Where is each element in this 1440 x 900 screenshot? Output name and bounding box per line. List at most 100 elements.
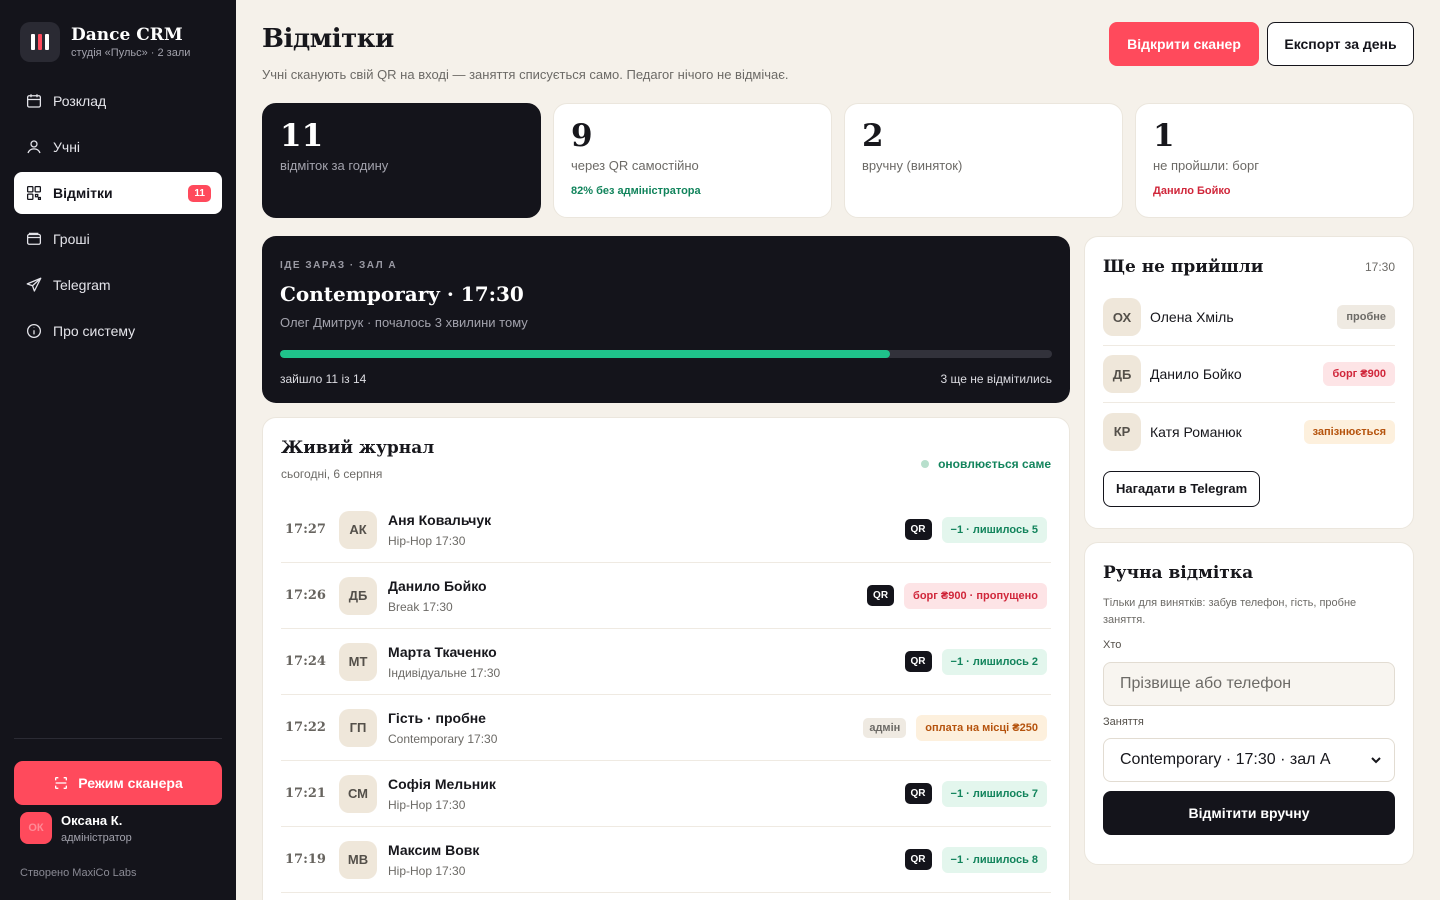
- user-name: Оксана К.: [61, 812, 123, 828]
- journal-row[interactable]: 17:27 АК Аня Ковальчук Hip-Hop 17:30 QR −1 · …: [281, 497, 1051, 563]
- journal-date: сьогодні, 6 серпня: [281, 467, 383, 481]
- remaining-count: 3 ще не відмітились: [940, 372, 1052, 386]
- student-name: Софія Мельник: [388, 775, 496, 792]
- current-class-subtitle: Олег Дмитрук · почалось 3 хвилини тому: [280, 315, 528, 330]
- journal-row[interactable]: 17:24 МТ Марта Ткаченко Індивідуальне 17:30…: [281, 629, 1051, 695]
- user-role: адміністратор: [61, 831, 132, 844]
- page-subtitle: Учні сканують свій QR на вході — заняття…: [262, 67, 789, 82]
- journal-row[interactable]: 17:26 ДБ Данило Бойко Break 17:30 QR борг ₴90…: [281, 563, 1051, 629]
- avatar: ДБ: [339, 576, 377, 615]
- class-name: Hip-Hop 17:30: [388, 797, 466, 812]
- sidebar-item-label: Telegram: [53, 277, 111, 293]
- sidebar-item-money[interactable]: Гроші: [14, 218, 222, 260]
- avatar: МТ: [339, 642, 377, 681]
- status-badge: −1 · лишилось 7: [941, 780, 1047, 807]
- sidebar-nav: Розклад Учні Відмітки 11 Гроші Telegram …: [14, 80, 222, 356]
- status-badge: −1 · лишилось 2: [941, 648, 1047, 675]
- class-name: Hip-Hop 17:30: [388, 533, 466, 548]
- calendar-icon: [26, 94, 42, 108]
- journal-row[interactable]: 17:22 ГП Гість · пробне Contemporary 17:30 а…: [281, 695, 1051, 761]
- qr-source-tag: QR: [904, 783, 932, 804]
- chevron-down-icon: [1371, 757, 1381, 764]
- stat-value: 2: [862, 118, 884, 154]
- stat-label: через QR самостійно: [571, 158, 699, 173]
- live-indicator: оновлюється саме: [921, 446, 1051, 481]
- wallet-icon: [26, 232, 42, 245]
- qr-icon: [26, 185, 42, 201]
- student-name: Данило Бойко: [388, 577, 487, 594]
- not-arrived-row[interactable]: КР Катя Романюк запізнюється: [1103, 403, 1395, 460]
- checkin-time: 17:26: [285, 588, 326, 603]
- not-arrived-row[interactable]: ОХ Олена Хміль пробне: [1103, 289, 1395, 346]
- brand-subtitle: студія «Пульс» · 2 зали: [71, 47, 191, 59]
- student-name: Максим Вовк: [388, 841, 480, 858]
- sidebar-item-checkins[interactable]: Відмітки 11: [14, 172, 222, 214]
- sidebar-item-about[interactable]: Про систему: [14, 310, 222, 352]
- sidebar: Dance CRM студія «Пульс» · 2 зали Розкла…: [0, 0, 236, 900]
- status-badge: −1 · лишилось 5: [941, 516, 1047, 543]
- brand[interactable]: Dance CRM студія «Пульс» · 2 зали: [20, 22, 190, 62]
- brand-title: Dance CRM: [71, 25, 183, 45]
- avatar: АК: [339, 510, 377, 549]
- journal-row[interactable]: 17:19 МВ Максим Вовк Hip-Hop 17:30 QR −1 · ли…: [281, 827, 1051, 893]
- avatar: КР: [1103, 412, 1141, 451]
- stat-value: 1: [1153, 118, 1175, 154]
- stat-label: відміток за годину: [280, 158, 389, 173]
- current-class-kicker: ІДЕ ЗАРАЗ · ЗАЛ А: [280, 260, 398, 271]
- stat-value: 9: [571, 118, 593, 154]
- status-badge: запізнюється: [1303, 419, 1395, 444]
- stat-card-qr: 9 через QR самостійно 82% без адміністра…: [553, 103, 832, 218]
- logo-icon: [20, 22, 60, 62]
- sidebar-item-label: Про систему: [53, 323, 136, 339]
- current-user[interactable]: ОК Оксана К. адміністратор: [20, 812, 132, 844]
- checkin-time: 17:22: [285, 720, 326, 735]
- sidebar-item-students[interactable]: Учні: [14, 126, 222, 168]
- page-title: Відмітки: [262, 24, 394, 54]
- stat-label: вручну (виняток): [862, 158, 963, 173]
- status-badge: оплата на місці ₴250: [916, 714, 1047, 741]
- who-label: Хто: [1103, 639, 1122, 651]
- attendance-progress-fill: [280, 350, 890, 358]
- class-select-value: Contemporary · 17:30 · зал А: [1120, 751, 1331, 768]
- class-name: Break 17:30: [388, 599, 453, 614]
- manual-checkin-button[interactable]: Відмітити вручну: [1103, 791, 1395, 835]
- send-icon: [26, 277, 42, 292]
- manual-checkin-card: Ручна відмітка Тільки для винятків: забу…: [1084, 542, 1414, 865]
- student-name: Данило Бойко: [1150, 366, 1242, 382]
- qr-source-tag: QR: [904, 519, 932, 540]
- not-arrived-card: Ще не прийшли 17:30 ОХ Олена Хміль пробне Д…: [1084, 236, 1414, 529]
- student-name: Марта Ткаченко: [388, 643, 497, 660]
- avatar: ОК: [20, 812, 52, 844]
- credit-text: Створено MaxiCo Labs: [20, 867, 137, 879]
- stat-card-debt: 1 не пройшли: борг Данило Бойко: [1135, 103, 1414, 218]
- not-arrived-list: ОХ Олена Хміль пробне ДБ Данило Бойко борг ₴9…: [1103, 289, 1395, 460]
- who-input[interactable]: Прізвище або телефон: [1103, 662, 1395, 706]
- not-arrived-row[interactable]: ДБ Данило Бойко борг ₴900: [1103, 346, 1395, 403]
- scanner-mode-label: Режим сканера: [78, 775, 183, 791]
- export-day-button[interactable]: Експорт за день: [1267, 22, 1414, 66]
- current-class-title: Contemporary · 17:30: [280, 282, 524, 306]
- stat-note[interactable]: Данило Бойко: [1153, 185, 1396, 197]
- class-name: Hip-Hop 17:30: [388, 863, 466, 878]
- scanner-mode-button[interactable]: Режим сканера: [14, 761, 222, 805]
- sidebar-item-label: Гроші: [53, 231, 90, 247]
- scan-icon: [55, 777, 68, 789]
- class-select[interactable]: Contemporary · 17:30 · зал А: [1103, 738, 1395, 782]
- sidebar-item-schedule[interactable]: Розклад: [14, 80, 222, 122]
- student-name: Олена Хміль: [1150, 309, 1234, 325]
- qr-source-tag: QR: [867, 585, 895, 606]
- not-arrived-time: 17:30: [1364, 260, 1395, 274]
- remind-telegram-button[interactable]: Нагадати в Telegram: [1103, 471, 1261, 507]
- qr-source-tag: QR: [904, 849, 932, 870]
- current-class-panel: ІДЕ ЗАРАЗ · ЗАЛ А Contemporary · 17:30 О…: [262, 236, 1070, 403]
- checkin-time: 17:21: [285, 786, 326, 801]
- avatar: ОХ: [1103, 298, 1141, 336]
- who-input-placeholder: Прізвище або телефон: [1120, 675, 1292, 692]
- open-scanner-button[interactable]: Відкрити сканер: [1109, 22, 1259, 66]
- journal-row[interactable]: 17:21 СМ Софія Мельник Hip-Hop 17:30 QR −1 · …: [281, 761, 1051, 827]
- live-label: оновлюється саме: [938, 456, 1051, 471]
- sidebar-item-telegram[interactable]: Telegram: [14, 264, 222, 306]
- class-name: Contemporary 17:30: [388, 731, 498, 746]
- status-badge: борг ₴900 · пропущено: [904, 582, 1047, 609]
- sidebar-divider: [14, 738, 222, 739]
